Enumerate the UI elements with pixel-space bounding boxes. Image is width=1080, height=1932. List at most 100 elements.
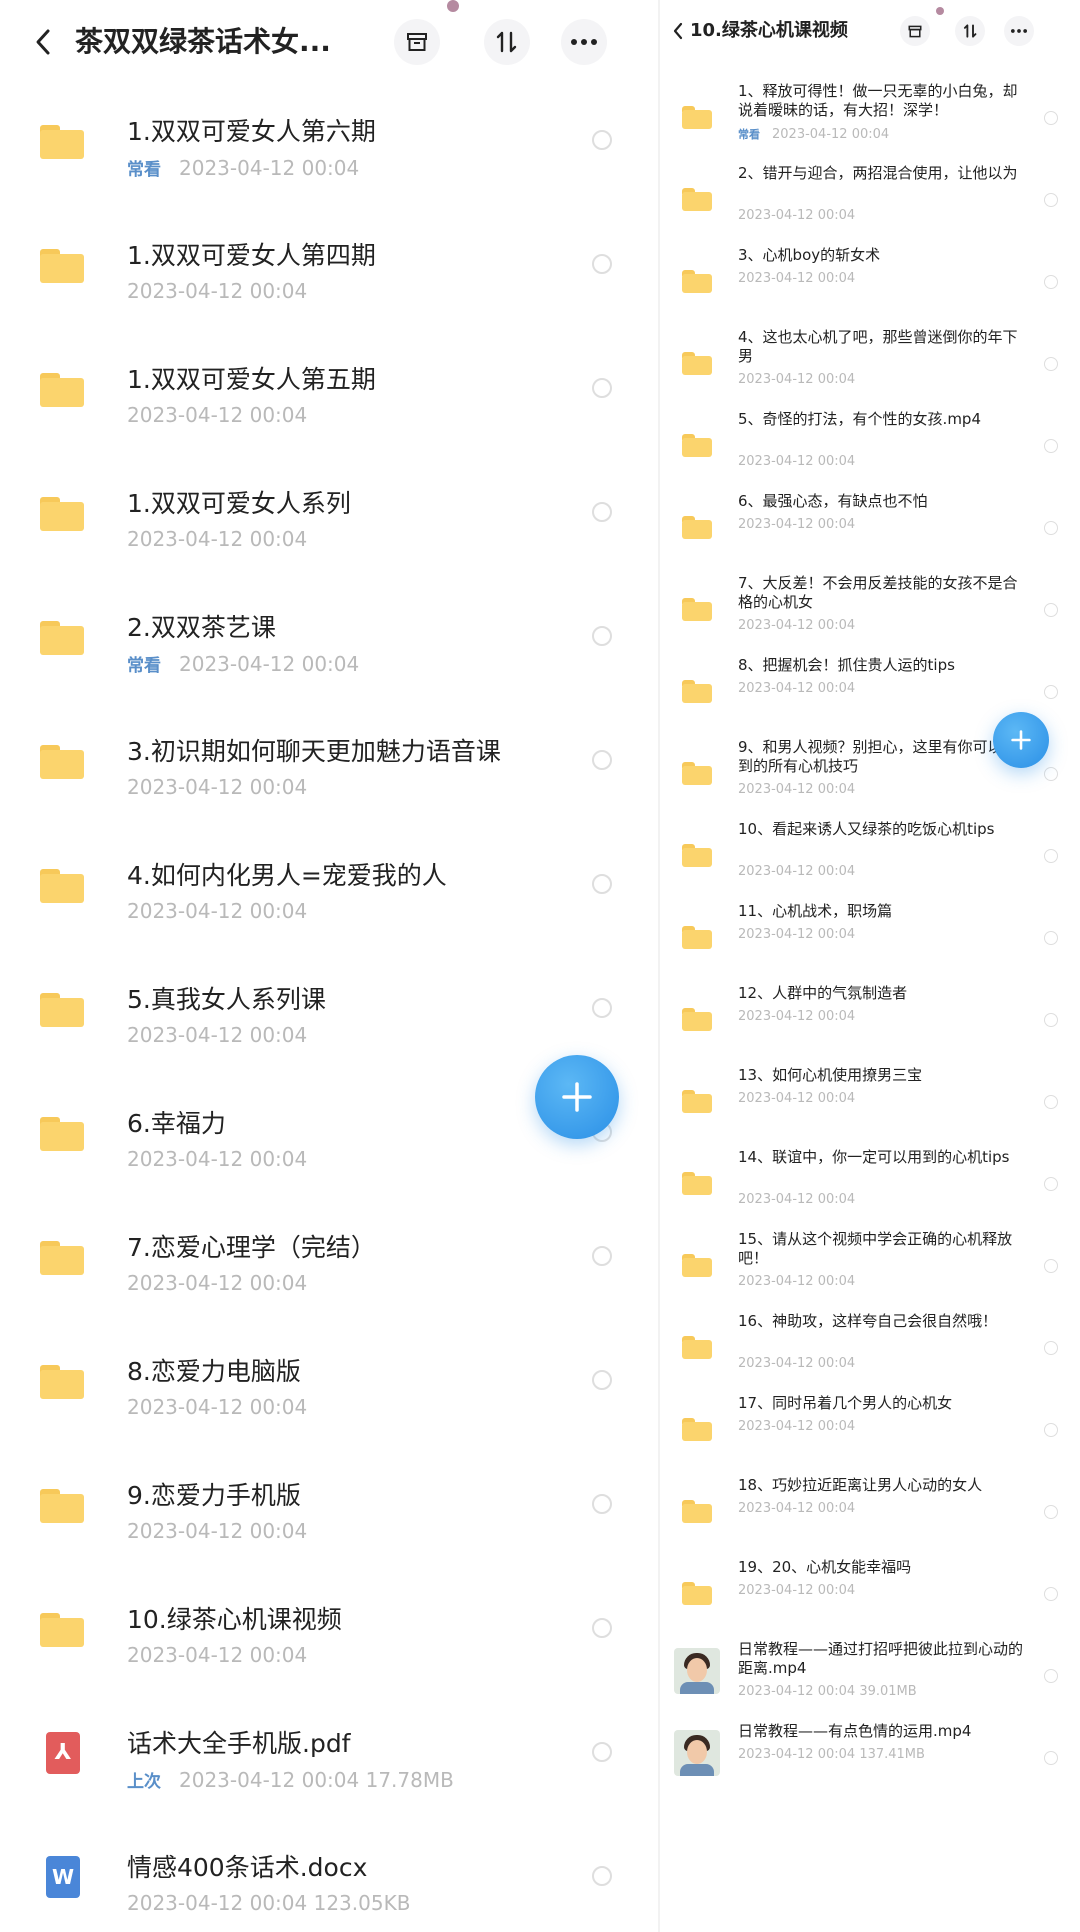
select-radio[interactable] bbox=[1044, 1751, 1058, 1765]
list-item[interactable]: 4、这也太心机了吧，那些曾迷倒你的年下男 2023-04-12 00:04 bbox=[660, 324, 1080, 406]
folder-icon-body bbox=[682, 1340, 712, 1359]
select-radio[interactable] bbox=[592, 874, 612, 894]
list-item[interactable]: 12、人群中的气氛制造者 2023-04-12 00:04 bbox=[660, 980, 1080, 1062]
sort-icon bbox=[496, 31, 517, 53]
sort-button[interactable] bbox=[484, 19, 530, 65]
more-button[interactable] bbox=[561, 19, 607, 65]
list-item[interactable]: 1.双双可爱女人第五期 2023-04-12 00:04 bbox=[0, 338, 660, 462]
list-item[interactable]: 15、请从这个视频中学会正确的心机释放吧！ 2023-04-12 00:04 bbox=[660, 1226, 1080, 1308]
select-radio[interactable] bbox=[592, 254, 612, 274]
select-radio[interactable] bbox=[592, 130, 612, 150]
file-meta: 2023-04-12 00:04 bbox=[738, 1192, 855, 1207]
select-radio[interactable] bbox=[1044, 1259, 1058, 1273]
select-radio[interactable] bbox=[592, 998, 612, 1018]
select-radio[interactable] bbox=[592, 1742, 612, 1762]
select-radio[interactable] bbox=[592, 626, 612, 646]
list-item[interactable]: 13、如何心机使用撩男三宝 2023-04-12 00:04 bbox=[660, 1062, 1080, 1144]
select-radio[interactable] bbox=[592, 1370, 612, 1390]
select-radio[interactable] bbox=[592, 502, 612, 522]
file-meta: 2023-04-12 00:04 bbox=[738, 681, 855, 696]
select-radio[interactable] bbox=[1044, 1669, 1058, 1683]
archive-button[interactable] bbox=[394, 19, 440, 65]
select-radio[interactable] bbox=[1044, 1013, 1058, 1027]
list-item[interactable]: 3.初识期如何聊天更加魅力语音课 2023-04-12 00:04 bbox=[0, 710, 660, 834]
folder-icon-body bbox=[682, 110, 712, 129]
select-radio[interactable] bbox=[592, 1494, 612, 1514]
list-item[interactable]: 4.如何内化男人=宠爱我的人 2023-04-12 00:04 bbox=[0, 834, 660, 958]
add-button[interactable] bbox=[535, 1055, 619, 1139]
select-radio[interactable] bbox=[1044, 849, 1058, 863]
list-item[interactable]: 1、释放可得性！做一只无辜的小白兔，却说着暧昧的话，有大招！深学！ 常看 2023-… bbox=[660, 78, 1080, 160]
select-radio[interactable] bbox=[1044, 1505, 1058, 1519]
select-radio[interactable] bbox=[1044, 603, 1058, 617]
list-item[interactable]: W 情感400条话术.docx 2023-04-12 00:04 123.05KB bbox=[0, 1826, 660, 1932]
select-radio[interactable] bbox=[1044, 685, 1058, 699]
select-radio[interactable] bbox=[1044, 521, 1058, 535]
list-item[interactable]: 3、心机boy的斩女术 2023-04-12 00:04 bbox=[660, 242, 1080, 324]
select-radio[interactable] bbox=[1044, 1423, 1058, 1437]
select-radio[interactable] bbox=[1044, 931, 1058, 945]
folder-icon-body bbox=[682, 1176, 712, 1195]
list-item[interactable]: 9.恋爱力手机版 2023-04-12 00:04 bbox=[0, 1454, 660, 1578]
list-item[interactable]: 10.绿茶心机课视频 2023-04-12 00:04 bbox=[0, 1578, 660, 1702]
file-name: 17、同时吊着几个男人的心机女 bbox=[738, 1394, 953, 1412]
file-name: 9.恋爱力手机版 bbox=[127, 1481, 301, 1510]
file-date: 2023-04-12 bbox=[738, 618, 814, 633]
file-date: 2023-04-12 bbox=[127, 1395, 244, 1419]
list-item[interactable]: 1.双双可爱女人第四期 2023-04-12 00:04 bbox=[0, 214, 660, 338]
archive-button[interactable] bbox=[900, 16, 930, 46]
file-time: 00:04 bbox=[249, 527, 308, 551]
add-button[interactable] bbox=[993, 712, 1049, 768]
select-radio[interactable] bbox=[592, 378, 612, 398]
list-item[interactable]: 14、联谊中，你一定可以用到的心机tips 2023-04-12 00:04 bbox=[660, 1144, 1080, 1226]
file-time: 00:04 bbox=[249, 1271, 308, 1295]
select-radio[interactable] bbox=[1044, 1341, 1058, 1355]
select-radio[interactable] bbox=[1044, 275, 1058, 289]
file-meta: 2023-04-12 00:04 bbox=[738, 372, 855, 387]
select-radio[interactable] bbox=[1044, 439, 1058, 453]
list-item[interactable]: 2.双双茶艺课 常看 2023-04-12 00:04 bbox=[0, 586, 660, 710]
select-radio[interactable] bbox=[1044, 193, 1058, 207]
back-button[interactable] bbox=[666, 16, 690, 46]
list-item[interactable]: 19、20、心机女能幸福吗 2023-04-12 00:04 bbox=[660, 1554, 1080, 1636]
list-item[interactable]: 2、错开与迎合，两招混合使用，让他以为 2023-04-12 00:04 bbox=[660, 160, 1080, 242]
list-item[interactable]: 5、奇怪的打法，有个性的女孩.mp4 2023-04-12 00:04 bbox=[660, 406, 1080, 488]
folder-icon-body bbox=[682, 602, 712, 621]
list-item[interactable]: 6、最强心态，有缺点也不怕 2023-04-12 00:04 bbox=[660, 488, 1080, 570]
more-button[interactable] bbox=[1004, 16, 1034, 46]
select-radio[interactable] bbox=[592, 1618, 612, 1638]
list-item[interactable]: 11、心机战术，职场篇 2023-04-12 00:04 bbox=[660, 898, 1080, 980]
folder-icon-body bbox=[682, 930, 712, 949]
file-time: 00:04 bbox=[817, 271, 856, 286]
select-radio[interactable] bbox=[592, 1866, 612, 1886]
list-item[interactable]: 17、同时吊着几个男人的心机女 2023-04-12 00:04 bbox=[660, 1390, 1080, 1472]
file-name: 4.如何内化男人=宠爱我的人 bbox=[127, 861, 447, 890]
list-item[interactable]: 1.双双可爱女人系列 2023-04-12 00:04 bbox=[0, 462, 660, 586]
list-item[interactable]: 18、巧妙拉近距离让男人心动的女人 2023-04-12 00:04 bbox=[660, 1472, 1080, 1554]
select-radio[interactable] bbox=[592, 1246, 612, 1266]
list-item[interactable]: 7.恋爱心理学（完结） 2023-04-12 00:04 bbox=[0, 1206, 660, 1330]
list-item[interactable]: 7、大反差！不会用反差技能的女孩不是合格的心机女 2023-04-12 00:04 bbox=[660, 570, 1080, 652]
select-radio[interactable] bbox=[1044, 1095, 1058, 1109]
select-radio[interactable] bbox=[1044, 767, 1058, 781]
file-name: 1.双双可爱女人第五期 bbox=[127, 365, 376, 394]
list-item[interactable]: 8.恋爱力电脑版 2023-04-12 00:04 bbox=[0, 1330, 660, 1454]
file-name: 15、请从这个视频中学会正确的心机释放吧！ bbox=[738, 1230, 1013, 1267]
select-radio[interactable] bbox=[1044, 1177, 1058, 1191]
archive-icon bbox=[908, 25, 922, 37]
list-item[interactable]: 1.双双可爱女人第六期 常看 2023-04-12 00:04 bbox=[0, 90, 660, 214]
list-item[interactable]: 16、神助攻，这样夸自己会很自然哦！ 2023-04-12 00:04 bbox=[660, 1308, 1080, 1390]
select-radio[interactable] bbox=[592, 750, 612, 770]
select-radio[interactable] bbox=[1044, 357, 1058, 371]
select-radio[interactable] bbox=[1044, 111, 1058, 125]
folder-icon-body bbox=[40, 502, 84, 531]
list-item[interactable]: ⅄ 话术大全手机版.pdf 上次 2023-04-12 00:04 17.78MB bbox=[0, 1702, 660, 1826]
select-radio[interactable] bbox=[1044, 1587, 1058, 1601]
list-item[interactable]: 日常教程——有点色情的运用.mp4 2023-04-12 00:04 137.41… bbox=[660, 1718, 1080, 1800]
list-item[interactable]: 日常教程——通过打招呼把彼此拉到心动的距离.mp4 2023-04-12 00:0… bbox=[660, 1636, 1080, 1718]
list-item[interactable]: 10、看起来诱人又绿茶的吃饭心机tips 2023-04-12 00:04 bbox=[660, 816, 1080, 898]
folder-icon bbox=[40, 745, 84, 779]
sort-button[interactable] bbox=[955, 16, 985, 46]
file-time: 00:04 bbox=[817, 864, 856, 879]
back-button[interactable] bbox=[26, 22, 60, 62]
